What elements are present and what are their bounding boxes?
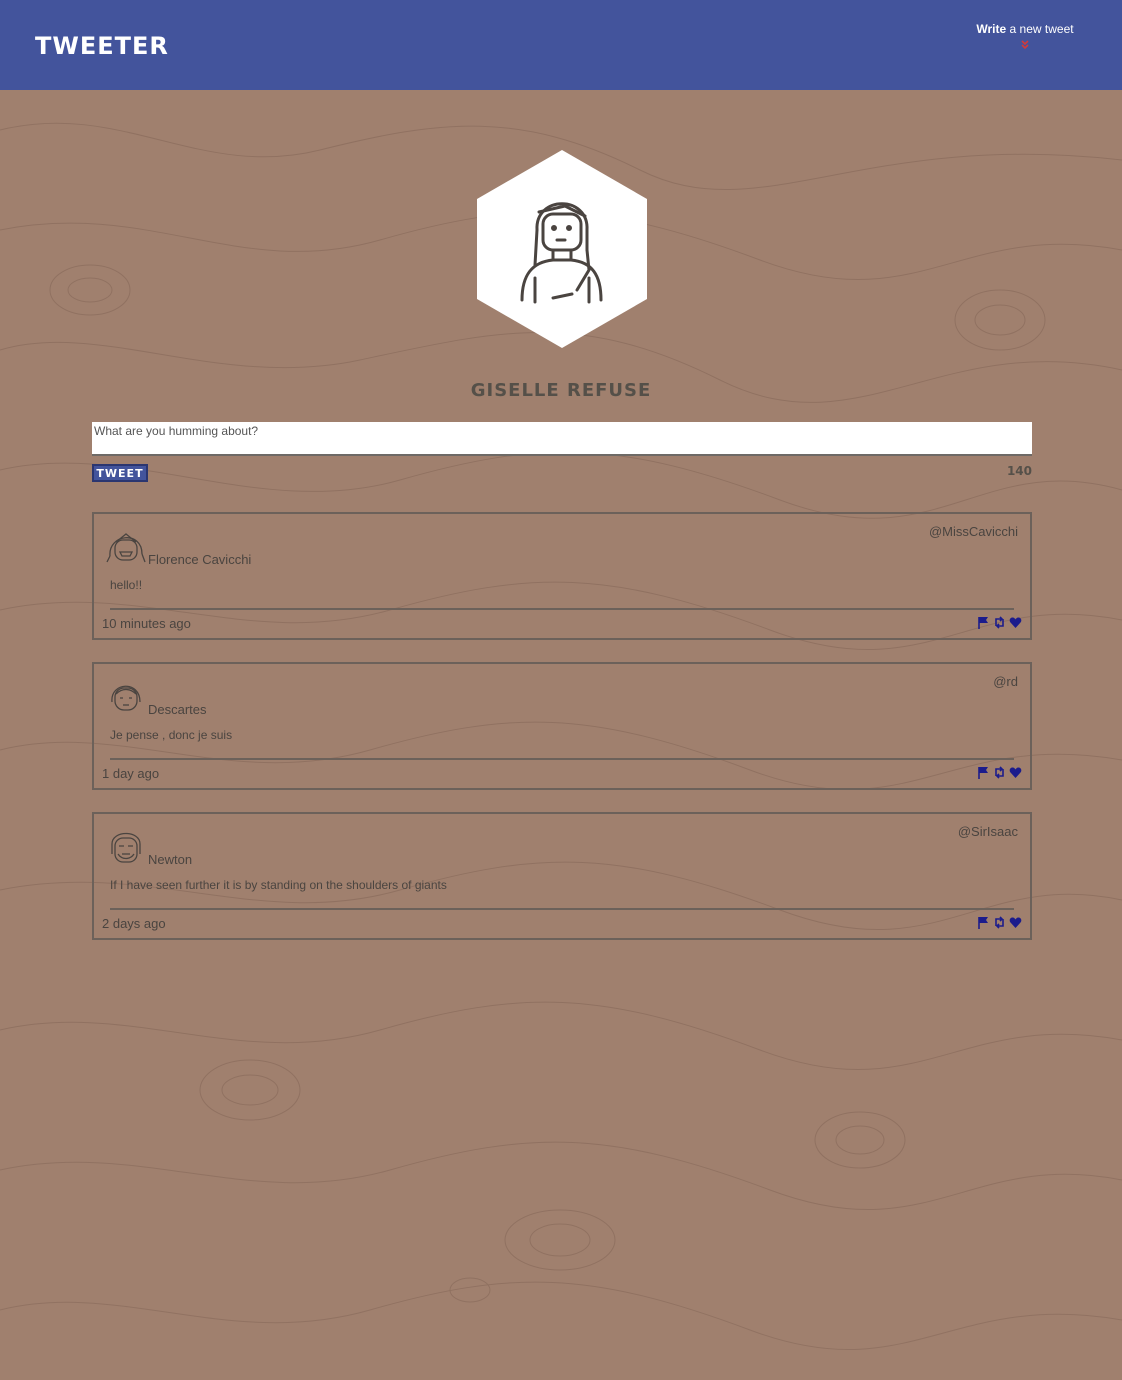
user-avatar-icon — [111, 832, 141, 863]
flag-icon[interactable] — [977, 616, 990, 629]
navbar: TWEETER Write a new tweet — [0, 0, 1122, 90]
flag-icon[interactable] — [977, 766, 990, 779]
tweet-card: Newton @SirIsaac If I have seen further … — [92, 812, 1032, 940]
heart-icon[interactable] — [1009, 616, 1022, 629]
tweet-textarea[interactable] — [92, 422, 1032, 456]
tweet-button[interactable]: TWEET — [92, 464, 148, 482]
tweet-author-name: Newton — [148, 852, 193, 867]
retweet-icon[interactable] — [993, 766, 1006, 779]
tweet-handle[interactable]: @rd — [993, 674, 1018, 689]
tweet-body: hello!! — [110, 578, 143, 592]
flag-icon[interactable] — [977, 916, 990, 929]
tweet-divider — [110, 608, 1014, 610]
heart-icon[interactable] — [1009, 916, 1022, 929]
tweet-handle[interactable]: @SirIsaac — [958, 824, 1018, 839]
new-tweet-label: a new tweet — [1006, 22, 1074, 36]
tweet-card: Florence Cavicchi @MissCavicchi hello!! … — [92, 512, 1032, 640]
heart-icon[interactable] — [1009, 766, 1022, 779]
tweet-divider — [110, 908, 1014, 910]
tweet-actions — [977, 766, 1022, 779]
write-label: Write — [976, 22, 1007, 36]
double-chevron-down-icon[interactable] — [1019, 39, 1031, 51]
tweet-actions — [977, 916, 1022, 929]
user-avatar-icon — [106, 533, 146, 563]
tweet-timestamp: 1 day ago — [102, 766, 160, 781]
tweet-card: Descartes @rd Je pense , donc je suis 1 … — [92, 662, 1032, 790]
tweet-list: Florence Cavicchi @MissCavicchi hello!! … — [92, 512, 1032, 962]
profile-name: GISELLE REFUSE — [470, 380, 652, 401]
tweet-author-name: Descartes — [148, 702, 207, 717]
brand-logo[interactable]: TWEETER — [35, 32, 169, 60]
tweet-divider — [110, 758, 1014, 760]
write-tweet-toggle[interactable]: Write a new tweet — [960, 22, 1090, 51]
tweet-body: If I have seen further it is by standing… — [110, 878, 447, 892]
tweet-handle[interactable]: @MissCavicchi — [929, 524, 1018, 539]
tweet-actions — [977, 616, 1022, 629]
retweet-icon[interactable] — [993, 616, 1006, 629]
user-avatar-icon — [111, 685, 141, 711]
tweet-timestamp: 10 minutes ago — [102, 616, 191, 631]
tweet-body: Je pense , donc je suis — [110, 728, 233, 742]
profile-avatar — [477, 150, 647, 348]
tweet-timestamp: 2 days ago — [102, 916, 166, 931]
tweet-composer: TWEET 140 — [92, 422, 1032, 482]
tweet-author-name: Florence Cavicchi — [148, 552, 252, 567]
retweet-icon[interactable] — [993, 916, 1006, 929]
char-counter: 140 — [1006, 464, 1032, 478]
